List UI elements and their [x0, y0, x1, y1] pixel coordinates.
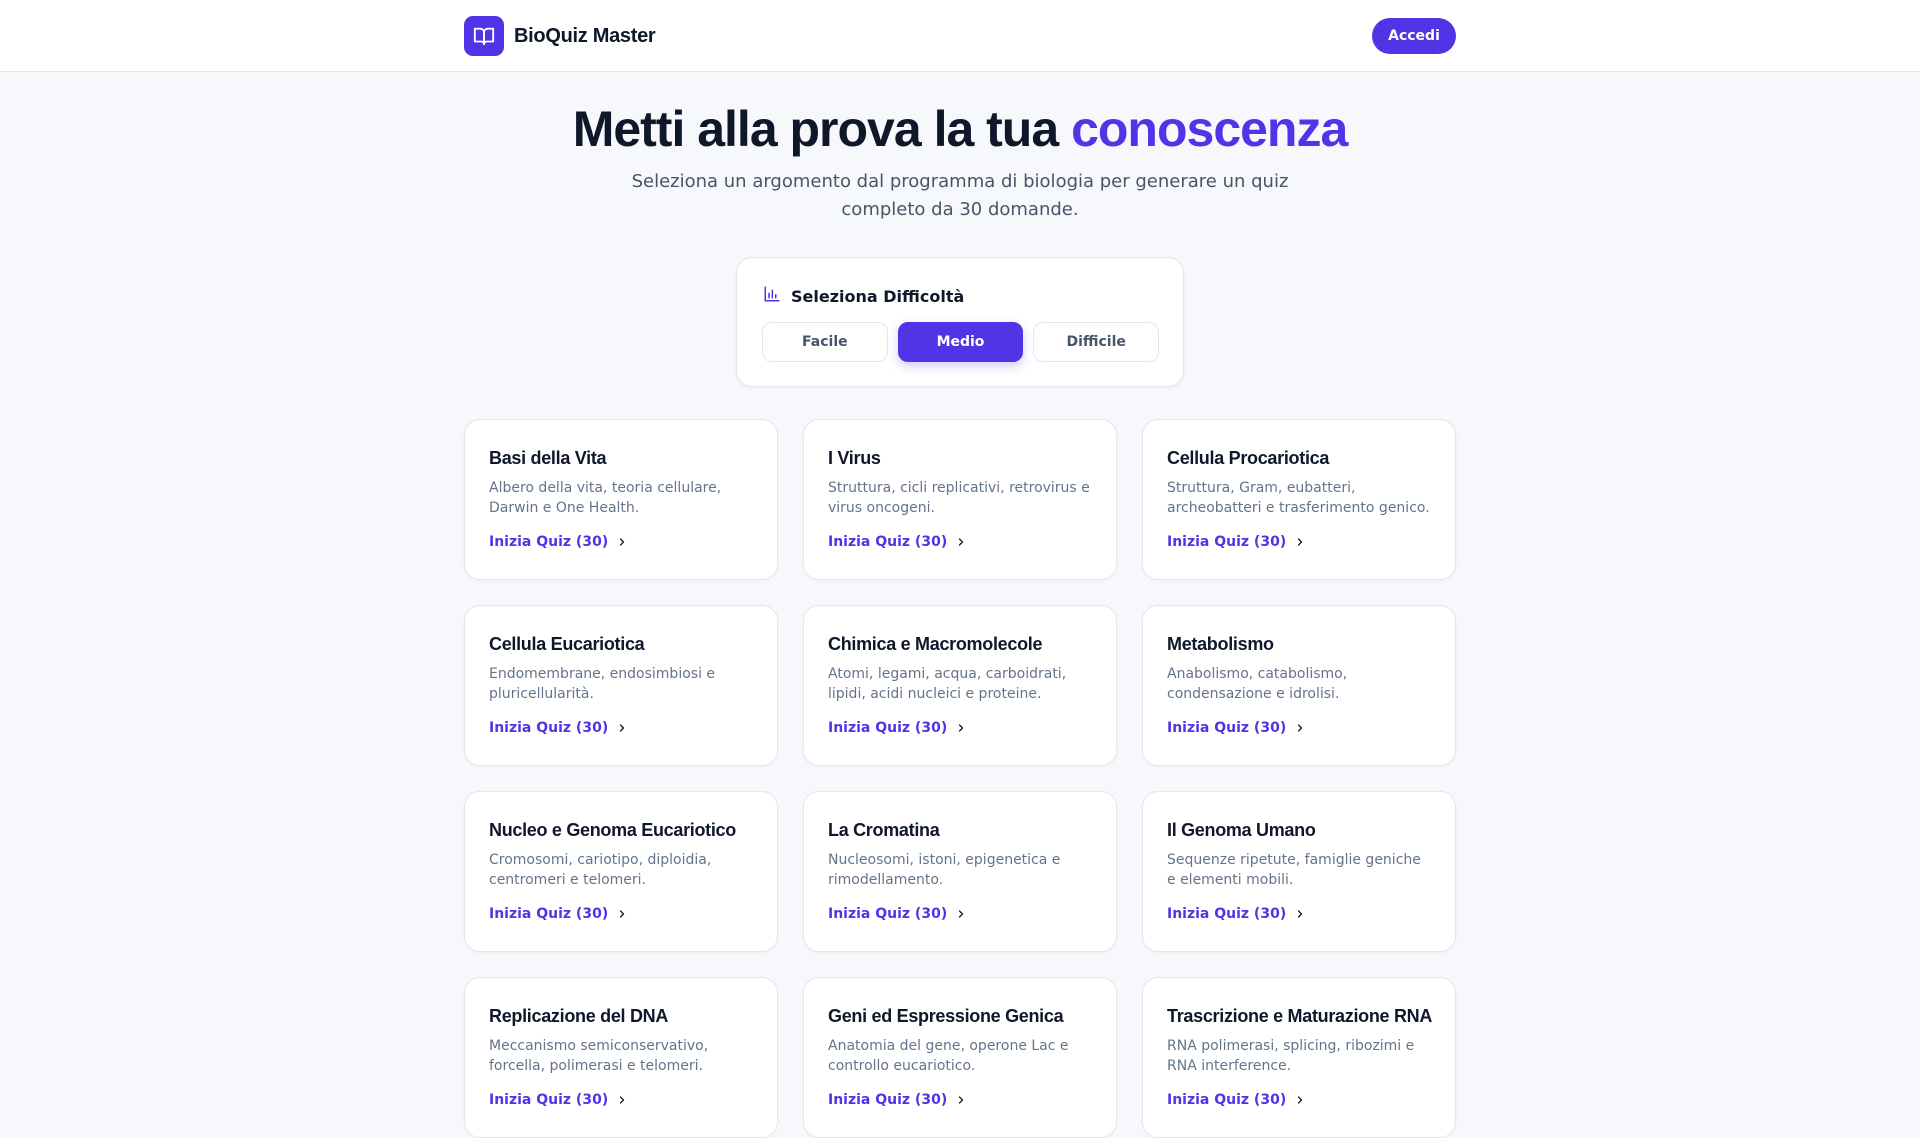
- topic-card[interactable]: I Virus Struttura, cicli replicativi, re…: [803, 419, 1117, 580]
- page-subtitle: Seleziona un argomento dal programma di …: [631, 171, 1289, 220]
- book-open-icon: [464, 16, 504, 56]
- start-quiz-link[interactable]: Inizia Quiz (30): [489, 906, 753, 922]
- chevron-right-icon: [620, 1096, 625, 1104]
- topic-description: Atomi, legami, acqua, carboidrati, lipid…: [828, 666, 1067, 702]
- start-quiz-label: Inizia Quiz (30): [828, 720, 948, 736]
- difficulty-options: Facile Medio Difficile: [762, 322, 1160, 362]
- difficulty-option-hard[interactable]: Difficile: [1033, 322, 1160, 362]
- start-quiz-link[interactable]: Inizia Quiz (30): [489, 720, 753, 736]
- topic-title: Metabolismo: [1167, 634, 1274, 654]
- topic-title: Geni ed Espressione Genica: [828, 1006, 1064, 1026]
- difficulty-option-medium[interactable]: Medio: [897, 322, 1024, 362]
- start-quiz-link[interactable]: Inizia Quiz (30): [828, 720, 1092, 736]
- start-quiz-link[interactable]: Inizia Quiz (30): [1167, 906, 1431, 922]
- topic-title: Il Genoma Umano: [1167, 820, 1316, 840]
- start-quiz-link[interactable]: Inizia Quiz (30): [489, 534, 753, 550]
- topic-description: Cromosomi, cariotipo, diploidia, centrom…: [489, 852, 712, 888]
- difficulty-selector: Seleziona Difficoltà Facile Medio Diffic…: [736, 257, 1184, 387]
- topic-card[interactable]: Geni ed Espressione Genica Anatomia del …: [803, 977, 1117, 1138]
- start-quiz-label: Inizia Quiz (30): [489, 534, 609, 550]
- topic-title: La Cromatina: [828, 820, 940, 840]
- chevron-right-icon: [959, 724, 964, 732]
- login-button[interactable]: Accedi: [1372, 18, 1456, 54]
- start-quiz-label: Inizia Quiz (30): [489, 720, 609, 736]
- topic-title: Nucleo e Genoma Eucariotico: [489, 820, 736, 840]
- topic-grid: Basi della Vita Albero della vita, teori…: [464, 419, 1456, 1138]
- start-quiz-label: Inizia Quiz (30): [828, 534, 948, 550]
- topic-description: Anabolismo, catabolismo, condensazione e…: [1167, 666, 1348, 702]
- start-quiz-label: Inizia Quiz (30): [828, 1092, 948, 1108]
- topic-card[interactable]: Cellula Procariotica Struttura, Gram, eu…: [1142, 419, 1456, 580]
- brand-home-link[interactable]: BioQuiz Master: [464, 16, 656, 56]
- start-quiz-link[interactable]: Inizia Quiz (30): [1167, 1092, 1431, 1108]
- topic-title: Cellula Eucariotica: [489, 634, 645, 654]
- topic-title: I Virus: [828, 448, 881, 468]
- brand-name: BioQuiz Master: [514, 24, 656, 47]
- topic-description: Sequenze ripetute, famiglie geniche e el…: [1167, 852, 1421, 888]
- topic-description: Albero della vita, teoria cellulare, Dar…: [489, 480, 722, 516]
- topic-description: Struttura, Gram, eubatteri, archeobatter…: [1167, 480, 1430, 516]
- start-quiz-link[interactable]: Inizia Quiz (30): [828, 534, 1092, 550]
- page-title: Metti alla prova la tua conoscenza: [0, 98, 1920, 160]
- topic-card[interactable]: Replicazione del DNA Meccanismo semicons…: [464, 977, 778, 1138]
- difficulty-option-easy[interactable]: Facile: [762, 322, 888, 362]
- chevron-right-icon: [1298, 538, 1303, 546]
- topic-card[interactable]: Cellula Eucariotica Endomembrane, endosi…: [464, 605, 778, 766]
- chevron-right-icon: [1298, 724, 1303, 732]
- start-quiz-label: Inizia Quiz (30): [1167, 1092, 1287, 1108]
- difficulty-title: Seleziona Difficoltà: [791, 286, 965, 306]
- start-quiz-label: Inizia Quiz (30): [489, 1092, 609, 1108]
- chevron-right-icon: [1298, 910, 1303, 918]
- topic-description: RNA polimerasi, splicing, ribozimi e RNA…: [1167, 1038, 1415, 1074]
- start-quiz-label: Inizia Quiz (30): [828, 906, 948, 922]
- topic-card[interactable]: Metabolismo Anabolismo, catabolismo, con…: [1142, 605, 1456, 766]
- chevron-right-icon: [959, 910, 964, 918]
- start-quiz-link[interactable]: Inizia Quiz (30): [828, 906, 1092, 922]
- topic-title: Trascrizione e Maturazione RNA: [1167, 1006, 1433, 1026]
- page-title-accent: conoscenza: [1071, 101, 1348, 157]
- start-quiz-link[interactable]: Inizia Quiz (30): [489, 1092, 753, 1108]
- topic-card[interactable]: Basi della Vita Albero della vita, teori…: [464, 419, 778, 580]
- topic-description: Nucleosomi, istoni, epigenetica e rimode…: [828, 852, 1061, 888]
- chevron-right-icon: [620, 724, 625, 732]
- topic-card[interactable]: La Cromatina Nucleosomi, istoni, epigene…: [803, 791, 1117, 952]
- start-quiz-label: Inizia Quiz (30): [1167, 720, 1287, 736]
- chevron-right-icon: [959, 538, 964, 546]
- chevron-right-icon: [959, 1096, 964, 1104]
- start-quiz-label: Inizia Quiz (30): [489, 906, 609, 922]
- topic-card[interactable]: Trascrizione e Maturazione RNA RNA polim…: [1142, 977, 1456, 1138]
- topic-description: Struttura, cicli replicativi, retrovirus…: [828, 480, 1090, 516]
- start-quiz-link[interactable]: Inizia Quiz (30): [1167, 534, 1431, 550]
- topic-card[interactable]: Chimica e Macromolecole Atomi, legami, a…: [803, 605, 1117, 766]
- topic-description: Anatomia del gene, operone Lac e control…: [828, 1038, 1069, 1074]
- topic-title: Chimica e Macromolecole: [828, 634, 1043, 654]
- page-title-main: Metti alla prova la tua: [572, 101, 1059, 157]
- chevron-right-icon: [620, 538, 625, 546]
- chevron-right-icon: [620, 910, 625, 918]
- topic-card[interactable]: Il Genoma Umano Sequenze ripetute, famig…: [1142, 791, 1456, 952]
- start-quiz-link[interactable]: Inizia Quiz (30): [828, 1092, 1092, 1108]
- topic-description: Endomembrane, endosimbiosi e pluricellul…: [489, 666, 716, 702]
- start-quiz-label: Inizia Quiz (30): [1167, 534, 1287, 550]
- topic-title: Replicazione del DNA: [489, 1006, 669, 1026]
- start-quiz-label: Inizia Quiz (30): [1167, 906, 1287, 922]
- difficulty-header: Seleziona Difficoltà: [763, 284, 964, 308]
- topic-card[interactable]: Nucleo e Genoma Eucariotico Cromosomi, c…: [464, 791, 778, 952]
- topic-title: Basi della Vita: [489, 448, 607, 468]
- topic-description: Meccanismo semiconservativo, forcella, p…: [489, 1038, 709, 1074]
- start-quiz-link[interactable]: Inizia Quiz (30): [1167, 720, 1431, 736]
- bar-chart-icon: [763, 285, 781, 307]
- chevron-right-icon: [1298, 1096, 1303, 1104]
- top-navbar: BioQuiz Master Accedi: [0, 0, 1920, 72]
- topic-title: Cellula Procariotica: [1167, 448, 1330, 468]
